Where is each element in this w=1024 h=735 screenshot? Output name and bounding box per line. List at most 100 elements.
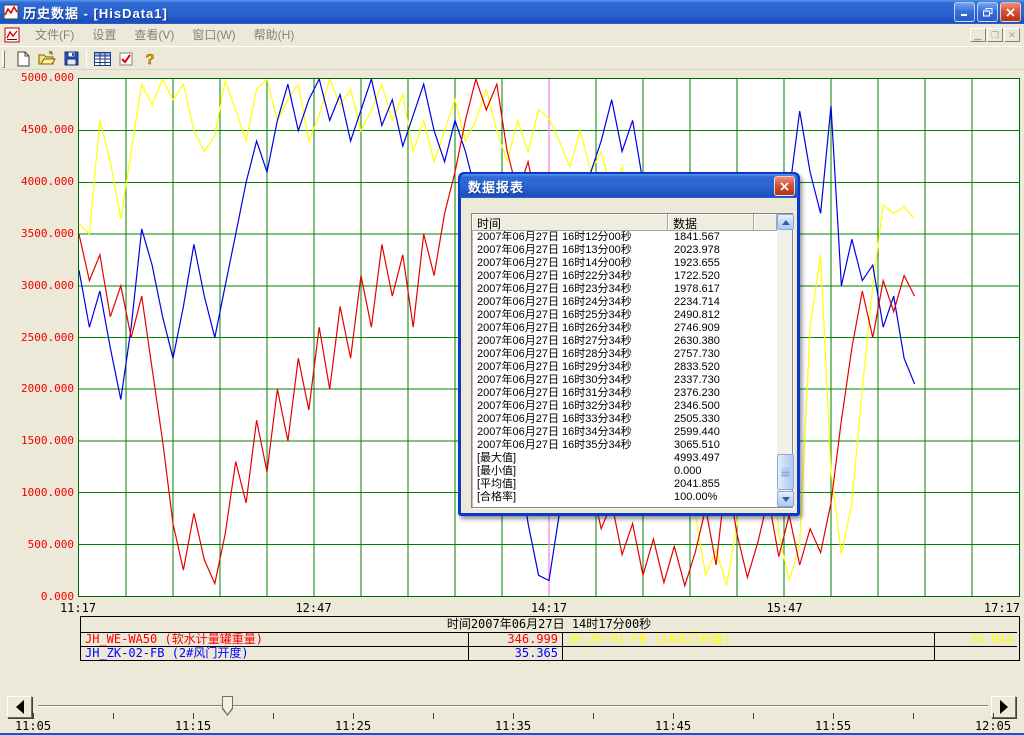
y-axis-label: 1500.000 bbox=[0, 434, 74, 448]
save-file-icon[interactable] bbox=[59, 49, 83, 69]
toolbar-separator bbox=[86, 50, 87, 68]
report-stat-row[interactable]: [最小值]0.000 bbox=[472, 465, 777, 478]
menu-item-1[interactable]: 设置 bbox=[83, 25, 125, 45]
report-scrollbar[interactable] bbox=[777, 214, 792, 507]
report-data-row[interactable]: 2007年06月27日 16时30分34秒2337.730 bbox=[472, 374, 777, 387]
mdi-restore-button[interactable]: ❐ bbox=[987, 28, 1003, 42]
report-time-cell: 2007年06月27日 16时34分34秒 bbox=[472, 426, 668, 439]
dialog-title: 数据报表 bbox=[468, 177, 524, 196]
menu-item-3[interactable]: 窗口(W) bbox=[183, 25, 244, 45]
report-time-cell: [最大值] bbox=[472, 452, 668, 465]
time-slider-track[interactable] bbox=[38, 705, 988, 707]
x-axis-label: 14:17 bbox=[531, 601, 567, 615]
toolbar-drag-handle[interactable] bbox=[2, 50, 5, 68]
data-report-dialog: 数据报表 时间 数据 2007年06月27日 16时12分00秒1841.567… bbox=[458, 172, 800, 516]
report-data-row[interactable]: 2007年06月27日 16时24分34秒2234.714 bbox=[472, 296, 777, 309]
mdi-close-button[interactable]: ✕ bbox=[1004, 28, 1020, 42]
open-file-icon[interactable] bbox=[35, 49, 59, 69]
x-axis-label: 17:17 bbox=[984, 601, 1020, 615]
report-value-cell: 100.00% bbox=[668, 491, 717, 504]
mdi-minimize-button[interactable]: ▁ bbox=[970, 28, 986, 42]
x-axis-label: 15:47 bbox=[766, 601, 802, 615]
report-stat-row[interactable]: [最大值]4993.497 bbox=[472, 452, 777, 465]
ruler-tick bbox=[593, 713, 594, 719]
legend-cursor-time: 时间2007年06月27日 14时17分00秒 bbox=[81, 617, 1017, 632]
down-arrow-icon bbox=[782, 497, 790, 502]
close-icon bbox=[780, 182, 789, 191]
scrollbar-up-button[interactable] bbox=[777, 214, 794, 230]
report-value-cell: 2376.230 bbox=[668, 387, 720, 400]
ruler-time-label: 11:05 bbox=[15, 719, 51, 733]
ruler-time-label: 12:05 bbox=[975, 719, 1011, 733]
report-value-cell: 2630.380 bbox=[668, 335, 720, 348]
ruler-tick bbox=[753, 713, 754, 719]
ruler-tick bbox=[913, 713, 914, 719]
report-value-cell: 1923.655 bbox=[668, 257, 720, 270]
report-stat-row[interactable]: [合格率]100.00% bbox=[472, 491, 777, 504]
restore-button[interactable] bbox=[977, 2, 998, 22]
legend-tag-value: 76.944 bbox=[934, 632, 1017, 646]
help-icon[interactable]: ? bbox=[138, 49, 162, 69]
report-stat-row[interactable]: [平均值]2041.855 bbox=[472, 478, 777, 491]
option-check-icon[interactable] bbox=[114, 49, 138, 69]
dialog-title-bar[interactable]: 数据报表 bbox=[460, 174, 798, 198]
report-data-row[interactable]: 2007年06月27日 16时13分00秒2023.978 bbox=[472, 244, 777, 257]
menu-bar: 文件(F)设置查看(V)窗口(W)帮助(H) ▁ ❐ ✕ bbox=[0, 24, 1024, 47]
ruler-time-label: 11:45 bbox=[655, 719, 691, 733]
report-time-cell: 2007年06月27日 16时29分34秒 bbox=[472, 361, 668, 374]
report-value-cell: 2833.520 bbox=[668, 361, 720, 374]
dialog-close-button[interactable] bbox=[774, 176, 795, 196]
report-value-cell: 2490.812 bbox=[668, 309, 720, 322]
svg-text:?: ? bbox=[145, 51, 154, 67]
report-value-cell: 2337.730 bbox=[668, 374, 720, 387]
report-data-row[interactable]: 2007年06月27日 16时23分34秒1978.617 bbox=[472, 283, 777, 296]
menu-item-4[interactable]: 帮助(H) bbox=[245, 25, 304, 45]
menu-item-2[interactable]: 查看(V) bbox=[125, 25, 183, 45]
y-axis-label: 5000.000 bbox=[0, 71, 74, 85]
report-value-cell: 2505.330 bbox=[668, 413, 720, 426]
report-value-cell: 1978.617 bbox=[668, 283, 720, 296]
report-data-row[interactable]: 2007年06月27日 16时25分34秒2490.812 bbox=[472, 309, 777, 322]
menu-item-0[interactable]: 文件(F) bbox=[26, 25, 83, 45]
y-axis-label: 2500.000 bbox=[0, 331, 74, 345]
mdi-window-buttons: ▁ ❐ ✕ bbox=[970, 28, 1020, 42]
scrollbar-down-button[interactable] bbox=[777, 491, 794, 507]
ruler-time-label: 11:55 bbox=[815, 719, 851, 733]
y-axis-label: 4500.000 bbox=[0, 123, 74, 137]
legend-tag-value: 35.365 bbox=[468, 646, 562, 660]
legend-tag-value: 346.999 bbox=[468, 632, 562, 646]
report-data-row[interactable]: 2007年06月27日 16时27分34秒2630.380 bbox=[472, 335, 777, 348]
minimize-button[interactable] bbox=[954, 2, 975, 22]
report-data-row[interactable]: 2007年06月27日 16时34分34秒2599.440 bbox=[472, 426, 777, 439]
report-data-row[interactable]: 2007年06月27日 16时14分00秒1923.655 bbox=[472, 257, 777, 270]
report-data-row[interactable]: 2007年06月27日 16时32分34秒2346.500 bbox=[472, 400, 777, 413]
report-time-cell: 2007年06月27日 16时35分34秒 bbox=[472, 439, 668, 452]
report-data-row[interactable]: 2007年06月27日 16时22分34秒1722.520 bbox=[472, 270, 777, 283]
report-value-cell: 2023.978 bbox=[668, 244, 720, 257]
column-header-time[interactable]: 时间 bbox=[472, 214, 668, 231]
report-time-cell: [合格率] bbox=[472, 491, 668, 504]
report-value-cell: 4993.497 bbox=[668, 452, 720, 465]
report-value-cell: 2346.500 bbox=[668, 400, 720, 413]
report-data-row[interactable]: 2007年06月27日 16时26分34秒2746.909 bbox=[472, 322, 777, 335]
report-value-cell: 2234.714 bbox=[668, 296, 720, 309]
report-data-row[interactable]: 2007年06月27日 16时33分34秒2505.330 bbox=[472, 413, 777, 426]
report-data-row[interactable]: 2007年06月27日 16时29分34秒2833.520 bbox=[472, 361, 777, 374]
close-button[interactable] bbox=[1000, 2, 1021, 22]
new-file-icon[interactable] bbox=[11, 49, 35, 69]
report-value-cell: 1722.520 bbox=[668, 270, 720, 283]
report-data-row[interactable]: 2007年06月27日 16时28分34秒2757.730 bbox=[472, 348, 777, 361]
report-rows: 2007年06月27日 16时12分00秒1841.5672007年06月27日… bbox=[472, 231, 777, 507]
y-axis-label: 3000.000 bbox=[0, 279, 74, 293]
report-data-row[interactable]: 2007年06月27日 16时31分34秒2376.230 bbox=[472, 387, 777, 400]
report-data-row[interactable]: 2007年06月27日 16时35分34秒3065.510 bbox=[472, 439, 777, 452]
report-value-cell: 1841.567 bbox=[668, 231, 720, 244]
document-chart-icon[interactable] bbox=[4, 27, 20, 43]
report-data-row[interactable]: 2007年06月27日 16时12分00秒1841.567 bbox=[472, 231, 777, 244]
app-window: 历史数据 - [HisData1] 文件(F)设置查看(V)窗口(W)帮助(H)… bbox=[0, 0, 1024, 735]
data-report-icon[interactable] bbox=[90, 49, 114, 69]
column-header-data[interactable]: 数据 bbox=[668, 214, 754, 231]
scrollbar-thumb[interactable] bbox=[777, 454, 794, 490]
ruler-time-label: 11:25 bbox=[335, 719, 371, 733]
ruler-time-label: 11:15 bbox=[175, 719, 211, 733]
